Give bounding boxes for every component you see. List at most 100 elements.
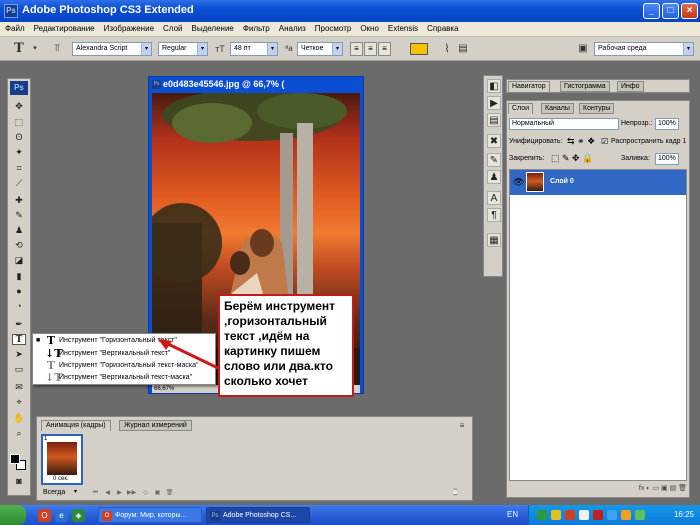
type-tool-icon[interactable]: T — [12, 334, 26, 345]
menu-file[interactable]: Файл — [0, 22, 29, 33]
internet-explorer-icon[interactable]: e — [55, 509, 68, 522]
task-forum[interactable]: O Форум: Мир, которы... — [98, 507, 202, 523]
align-left-button[interactable]: ≡ — [350, 42, 363, 56]
layer-footer-icons[interactable]: fx ◐ ▭ ▣ ▤ 🗑 — [509, 484, 687, 496]
align-right-button[interactable]: ≡ — [378, 42, 391, 56]
duplicate-frame-icon[interactable]: ▣ — [153, 489, 162, 497]
actions-panel-icon[interactable]: ▶ — [487, 96, 501, 110]
menu-view[interactable]: Просмотр — [310, 22, 356, 33]
tab-measurement-log[interactable]: Журнал измерений — [119, 420, 192, 431]
notes-tool-icon[interactable]: ✉ — [12, 382, 26, 393]
tray-update-icon[interactable] — [621, 510, 631, 520]
menu-edit[interactable]: Редактирование — [29, 22, 99, 33]
navigator-panel-icon[interactable]: ◧ — [487, 79, 501, 93]
blend-mode-select[interactable]: Нормальный — [509, 118, 619, 130]
tab-animation-frames[interactable]: Анимация (кадры) — [41, 420, 111, 431]
warp-text-icon[interactable]: ⌇ — [440, 42, 454, 56]
minimize-button[interactable]: _ — [643, 3, 660, 19]
zoom-tool-icon[interactable]: ⌕ — [12, 428, 26, 439]
tray-speaker-icon[interactable] — [551, 510, 561, 520]
path-selection-tool-icon[interactable]: ➤ — [12, 349, 26, 360]
clone-stamp-tool-icon[interactable]: ♟ — [12, 225, 26, 236]
animation-frame[interactable]: 1 0 сек. — [41, 434, 83, 485]
workspace-select[interactable]: Рабочая среда ▾ — [594, 42, 694, 56]
marquee-tool-icon[interactable]: ⬚ — [12, 117, 26, 128]
loop-select[interactable]: Всегда — [43, 489, 65, 496]
menu-window[interactable]: Окно — [355, 22, 383, 33]
slice-tool-icon[interactable]: ⟋ — [12, 178, 26, 189]
opera-icon[interactable]: O — [38, 509, 51, 522]
menu-image[interactable]: Изображение — [99, 22, 158, 33]
previous-frame-icon[interactable]: ◀ — [103, 489, 112, 497]
tray-network-icon[interactable] — [537, 510, 547, 520]
magic-wand-tool-icon[interactable]: ✦ — [12, 147, 26, 158]
dodge-tool-icon[interactable]: ◔ — [12, 301, 26, 312]
tab-paths[interactable]: Контуры — [579, 103, 615, 114]
panel-menu-icon[interactable]: ≡ — [455, 419, 469, 433]
preset-dropdown-icon[interactable]: ▾ — [28, 42, 42, 56]
menu-help[interactable]: Справка — [422, 22, 462, 33]
text-tool-preset-icon[interactable]: T — [12, 42, 26, 56]
healing-brush-tool-icon[interactable]: ✚ — [12, 195, 26, 206]
history-brush-tool-icon[interactable]: ⟲ — [12, 240, 26, 251]
play-icon[interactable]: ▶ — [115, 489, 124, 497]
font-style-select[interactable]: Regular ▾ — [158, 42, 208, 56]
pen-tool-icon[interactable]: ✒ — [12, 319, 26, 330]
layer-comps-icon[interactable]: ▤ — [487, 113, 501, 127]
text-orientation-icon[interactable]: ⫪ — [50, 42, 64, 56]
frame-delay[interactable]: 0 сек. — [53, 476, 69, 482]
tween-icon[interactable]: ◇ — [141, 489, 150, 497]
rectangle-tool-icon[interactable]: ▭ — [12, 364, 26, 375]
tab-layers[interactable]: Слои — [508, 103, 534, 114]
clone-source-icon[interactable]: ♟ — [487, 170, 501, 184]
first-frame-icon[interactable]: ⏮ — [91, 489, 100, 497]
quick-mask-icon[interactable]: ◙ — [12, 476, 26, 487]
language-indicator[interactable]: EN — [507, 510, 518, 519]
tab-histogram[interactable]: Гистограмма — [560, 81, 610, 92]
tray-app-icon[interactable] — [565, 510, 575, 520]
loop-dropdown-icon[interactable]: ▾ — [74, 488, 77, 495]
unify-icons[interactable]: ⇆ ⚭ ❖ — [567, 136, 595, 147]
character-panel-icon[interactable]: ▤ — [456, 42, 470, 56]
eraser-tool-icon[interactable]: ◪ — [12, 255, 26, 266]
tray-sync-icon[interactable] — [635, 510, 645, 520]
hand-tool-icon[interactable]: ✋ — [12, 413, 26, 424]
fill-field[interactable]: 100% — [655, 153, 679, 165]
menu-analysis[interactable]: Анализ — [274, 22, 310, 33]
antialias-select[interactable]: Четкое ▾ — [297, 42, 343, 56]
styles-panel-icon[interactable]: ▦ — [487, 233, 501, 247]
lasso-tool-icon[interactable]: ʘ — [12, 132, 26, 143]
crop-tool-icon[interactable]: ⌗ — [12, 163, 26, 174]
menu-extensis[interactable]: Extensis — [383, 22, 422, 33]
tray-security-icon[interactable] — [593, 510, 603, 520]
menu-layer[interactable]: Слой — [158, 22, 186, 33]
lock-icons[interactable]: ⬚ ✎ ✥ 🔒 — [551, 153, 593, 164]
brushes-panel-icon[interactable]: ✎ — [487, 153, 501, 167]
convert-timeline-icon[interactable]: ⌚ — [451, 489, 460, 497]
task-photoshop[interactable]: Ps Adobe Photoshop CS... — [206, 507, 310, 523]
opacity-field[interactable]: 100% — [655, 118, 679, 130]
eye-icon[interactable]: 👁 — [513, 177, 524, 188]
quicklaunch-icon[interactable]: ◈ — [72, 509, 85, 522]
menu-filter[interactable]: Фильтр — [238, 22, 274, 33]
foreground-color-swatch[interactable] — [10, 454, 20, 464]
menu-select[interactable]: Выделение — [186, 22, 237, 33]
move-tool-icon[interactable]: ✥ — [12, 101, 26, 112]
next-frame-icon[interactable]: ▶▶ — [127, 489, 136, 497]
tool-presets-icon[interactable]: ✖ — [487, 134, 501, 148]
layer-row[interactable]: 👁 Слой 0 — [510, 170, 686, 195]
font-family-select[interactable]: Alexandra Script ▾ — [72, 42, 152, 56]
brush-tool-icon[interactable]: ✎ — [12, 210, 26, 221]
character-panel-strip-icon[interactable]: A — [487, 191, 501, 205]
blur-tool-icon[interactable]: ● — [12, 286, 26, 297]
delete-frame-icon[interactable]: 🗑 — [165, 489, 174, 497]
paragraph-panel-icon[interactable]: ¶ — [487, 208, 501, 222]
tab-navigator[interactable]: Навигатор — [508, 81, 550, 92]
propagate-checkbox[interactable]: ☑ — [601, 137, 608, 146]
gradient-tool-icon[interactable]: ▮ — [12, 271, 26, 282]
tab-info[interactable]: Инфо — [617, 81, 644, 92]
tray-status-icon[interactable] — [579, 510, 589, 520]
tab-channels[interactable]: Каналы — [541, 103, 574, 114]
tray-messenger-icon[interactable] — [607, 510, 617, 520]
start-button[interactable] — [0, 505, 26, 525]
